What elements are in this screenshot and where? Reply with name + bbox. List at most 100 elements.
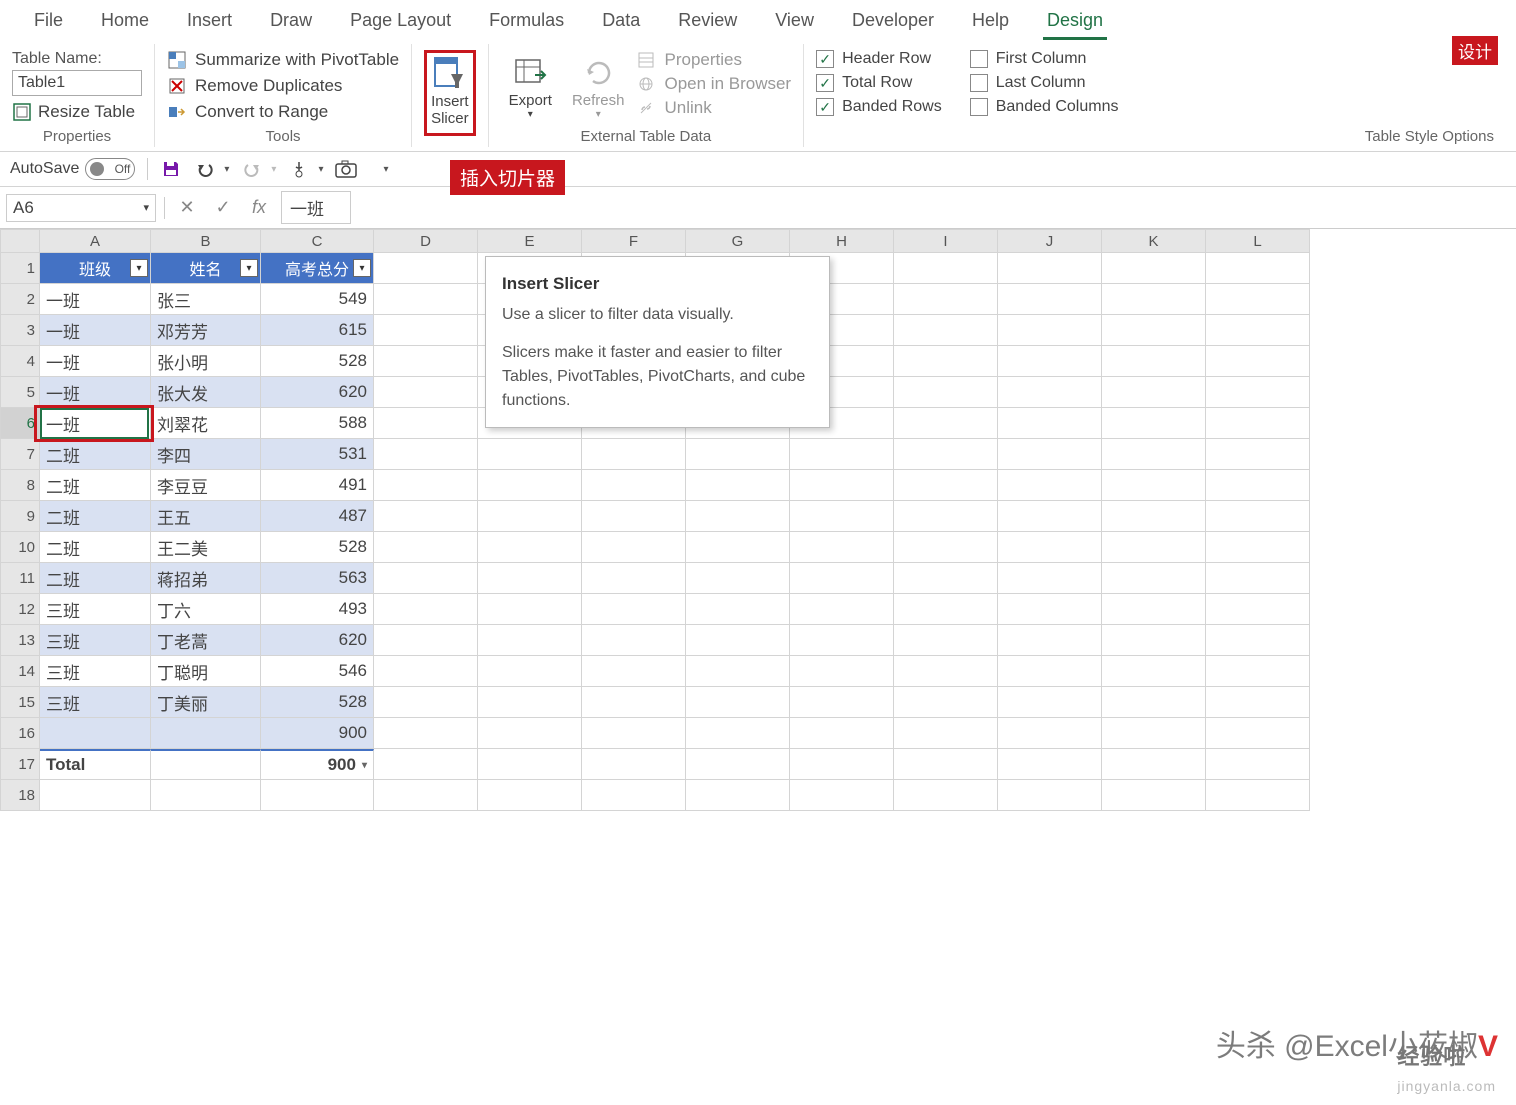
cell[interactable]: 丁聪明 [151, 656, 261, 687]
cell[interactable]: 丁老蒿 [151, 625, 261, 656]
cell[interactable] [894, 625, 998, 656]
table-header-1[interactable]: 姓名▾ [151, 253, 261, 284]
cell[interactable]: 900▾ [261, 749, 374, 780]
cell[interactable] [1102, 501, 1206, 532]
cell[interactable]: 491 [261, 470, 374, 501]
row-header-3[interactable]: 3 [0, 315, 40, 346]
cell[interactable]: 900 [261, 718, 374, 749]
cell[interactable]: 563 [261, 563, 374, 594]
cell[interactable] [374, 377, 478, 408]
cell[interactable] [790, 594, 894, 625]
cell[interactable]: 528 [261, 687, 374, 718]
row-header-18[interactable]: 18 [0, 780, 40, 811]
cell[interactable] [790, 470, 894, 501]
cell[interactable] [686, 625, 790, 656]
cell[interactable]: 丁六 [151, 594, 261, 625]
cell[interactable] [790, 532, 894, 563]
export-button[interactable]: Export ▾ [501, 50, 560, 124]
cell[interactable] [1206, 501, 1310, 532]
cell[interactable]: 李豆豆 [151, 470, 261, 501]
cell[interactable] [478, 532, 582, 563]
cell[interactable] [998, 625, 1102, 656]
cell[interactable] [1206, 687, 1310, 718]
accept-formula-icon[interactable]: ✓ [209, 197, 237, 218]
cell[interactable] [40, 718, 151, 749]
cell[interactable] [790, 780, 894, 811]
cell[interactable] [478, 594, 582, 625]
cell[interactable] [478, 470, 582, 501]
cell[interactable] [374, 253, 478, 284]
cell[interactable] [1206, 253, 1310, 284]
cell[interactable] [998, 377, 1102, 408]
cell[interactable]: 李四 [151, 439, 261, 470]
cell[interactable] [478, 439, 582, 470]
cell[interactable] [790, 687, 894, 718]
cell[interactable]: 620 [261, 377, 374, 408]
tab-home[interactable]: Home [97, 8, 153, 40]
cell[interactable] [478, 718, 582, 749]
cell[interactable] [1102, 439, 1206, 470]
cell[interactable]: 三班 [40, 656, 151, 687]
cell[interactable]: 528 [261, 346, 374, 377]
filter-dropdown-icon[interactable]: ▾ [240, 259, 258, 277]
cell[interactable] [894, 532, 998, 563]
cell[interactable] [374, 749, 478, 780]
cell[interactable]: 二班 [40, 470, 151, 501]
cell[interactable] [1102, 656, 1206, 687]
cell[interactable] [686, 780, 790, 811]
cell[interactable]: 531 [261, 439, 374, 470]
cell[interactable] [686, 594, 790, 625]
table-header-2[interactable]: 高考总分▾ [261, 253, 374, 284]
cell[interactable] [1102, 346, 1206, 377]
cell[interactable] [686, 439, 790, 470]
header-row-check[interactable]: ✓Header Row [816, 50, 942, 68]
cell[interactable] [582, 749, 686, 780]
cell[interactable]: 一班 [40, 377, 151, 408]
cell[interactable] [374, 284, 478, 315]
cell[interactable] [998, 749, 1102, 780]
cell[interactable] [374, 408, 478, 439]
cell[interactable] [790, 439, 894, 470]
cell[interactable] [374, 470, 478, 501]
cell[interactable] [686, 532, 790, 563]
cell[interactable] [1102, 315, 1206, 346]
cell[interactable] [894, 749, 998, 780]
row-header-10[interactable]: 10 [0, 532, 40, 563]
cell[interactable]: 546 [261, 656, 374, 687]
cell[interactable] [1206, 656, 1310, 687]
cell[interactable] [1206, 563, 1310, 594]
cell[interactable] [686, 656, 790, 687]
cell[interactable] [1206, 594, 1310, 625]
cell[interactable] [374, 501, 478, 532]
cell[interactable] [894, 377, 998, 408]
cell[interactable] [1102, 780, 1206, 811]
cell[interactable] [1206, 718, 1310, 749]
cell[interactable]: 邓芳芳 [151, 315, 261, 346]
cell[interactable]: 二班 [40, 563, 151, 594]
cell[interactable] [582, 687, 686, 718]
cell[interactable] [1206, 532, 1310, 563]
row-header-16[interactable]: 16 [0, 718, 40, 749]
cell[interactable] [374, 563, 478, 594]
col-header-K[interactable]: K [1102, 229, 1206, 253]
row-header-15[interactable]: 15 [0, 687, 40, 718]
camera-icon[interactable] [335, 158, 357, 180]
cell[interactable] [374, 656, 478, 687]
cell[interactable] [1206, 780, 1310, 811]
save-icon[interactable] [160, 158, 182, 180]
cell[interactable]: 三班 [40, 625, 151, 656]
cell[interactable] [998, 563, 1102, 594]
cell[interactable] [374, 718, 478, 749]
cell[interactable] [582, 594, 686, 625]
insert-slicer-button[interactable]: Insert Slicer [424, 50, 476, 136]
cell[interactable] [790, 656, 894, 687]
row-header-11[interactable]: 11 [0, 563, 40, 594]
row-header-13[interactable]: 13 [0, 625, 40, 656]
cell[interactable] [1102, 377, 1206, 408]
cell[interactable] [1206, 749, 1310, 780]
cell[interactable] [478, 501, 582, 532]
cell[interactable]: 588 [261, 408, 374, 439]
row-header-12[interactable]: 12 [0, 594, 40, 625]
refresh-button[interactable]: Refresh ▾ [564, 50, 633, 124]
cell[interactable] [894, 501, 998, 532]
